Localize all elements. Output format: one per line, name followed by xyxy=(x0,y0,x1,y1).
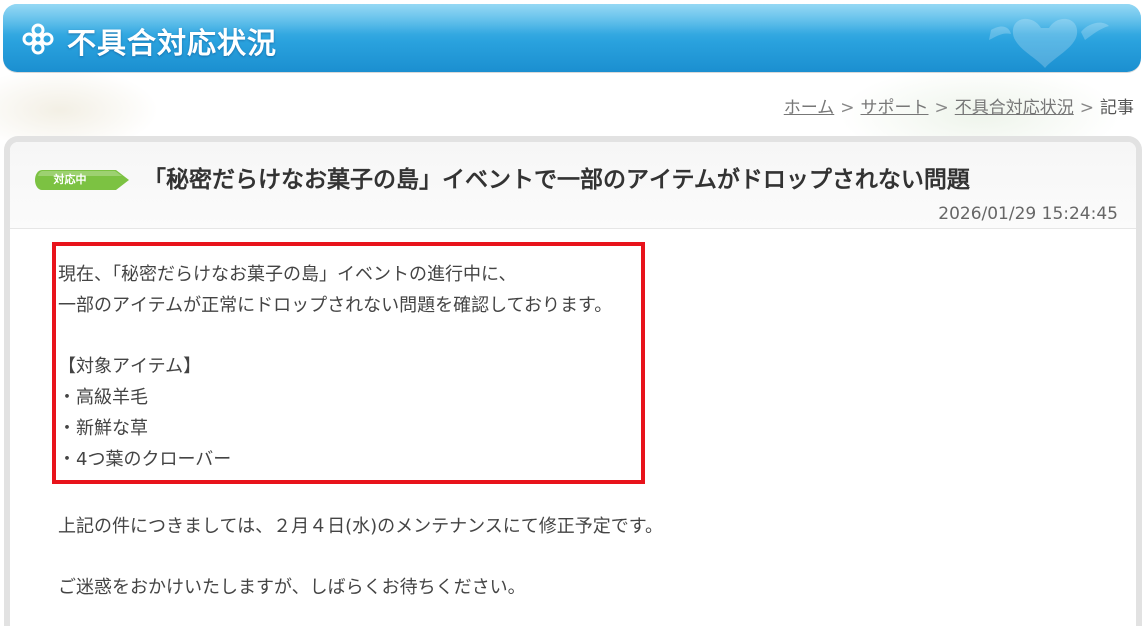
intro-line-1: 現在、「秘密だらけなお菓子の島」イベントの進行中に、 xyxy=(58,264,517,285)
breadcrumb-support-link[interactable]: サポート xyxy=(861,98,929,118)
breadcrumb-home-link[interactable]: ホーム xyxy=(784,98,835,118)
article-title: 「秘密だらけなお菓子の島」イベントで一部のアイテムがドロップされない問題 xyxy=(143,167,970,193)
article-card: 対応中 「秘密だらけなお菓子の島」イベントで一部のアイテムがドロップされない問題… xyxy=(4,136,1142,626)
list-item: ・新鮮な草 xyxy=(58,418,148,439)
winged-heart-icon xyxy=(989,18,1109,68)
breadcrumb: ホーム > サポート > 不具合対応状況 > 記事 xyxy=(784,93,1134,118)
items-heading: 【対象アイテム】 xyxy=(58,356,202,377)
breadcrumb-separator: > xyxy=(1079,98,1094,118)
fix-notice: 上記の件につきましては、２月４日(水)のメンテナンスにて修正予定です。 xyxy=(58,516,663,537)
list-item: ・高級羊毛 xyxy=(58,387,148,408)
header-banner: 不具合対応状況 xyxy=(3,4,1141,72)
article-date: 2026/01/29 15:24:45 xyxy=(938,204,1118,224)
status-badge-label: 対応中 xyxy=(53,173,87,186)
list-item: ・4つ葉のクローバー xyxy=(58,449,232,470)
article-header: 対応中 「秘密だらけなお菓子の島」イベントで一部のアイテムがドロップされない問題… xyxy=(10,142,1136,229)
intro-line-2: 一部のアイテムが正常にドロップされない問題を確認しております。 xyxy=(58,295,613,316)
breadcrumb-separator: > xyxy=(840,98,855,118)
flower-knot-icon xyxy=(22,23,54,55)
breadcrumb-current: 記事 xyxy=(1100,98,1134,118)
breadcrumb-separator: > xyxy=(934,98,949,118)
page-title: 不具合対応状況 xyxy=(67,26,278,60)
apology-text: ご迷惑をおかけいたしますが、しばらくお待ちください。 xyxy=(58,577,526,598)
breadcrumb-status-link[interactable]: 不具合対応状況 xyxy=(955,98,1074,118)
